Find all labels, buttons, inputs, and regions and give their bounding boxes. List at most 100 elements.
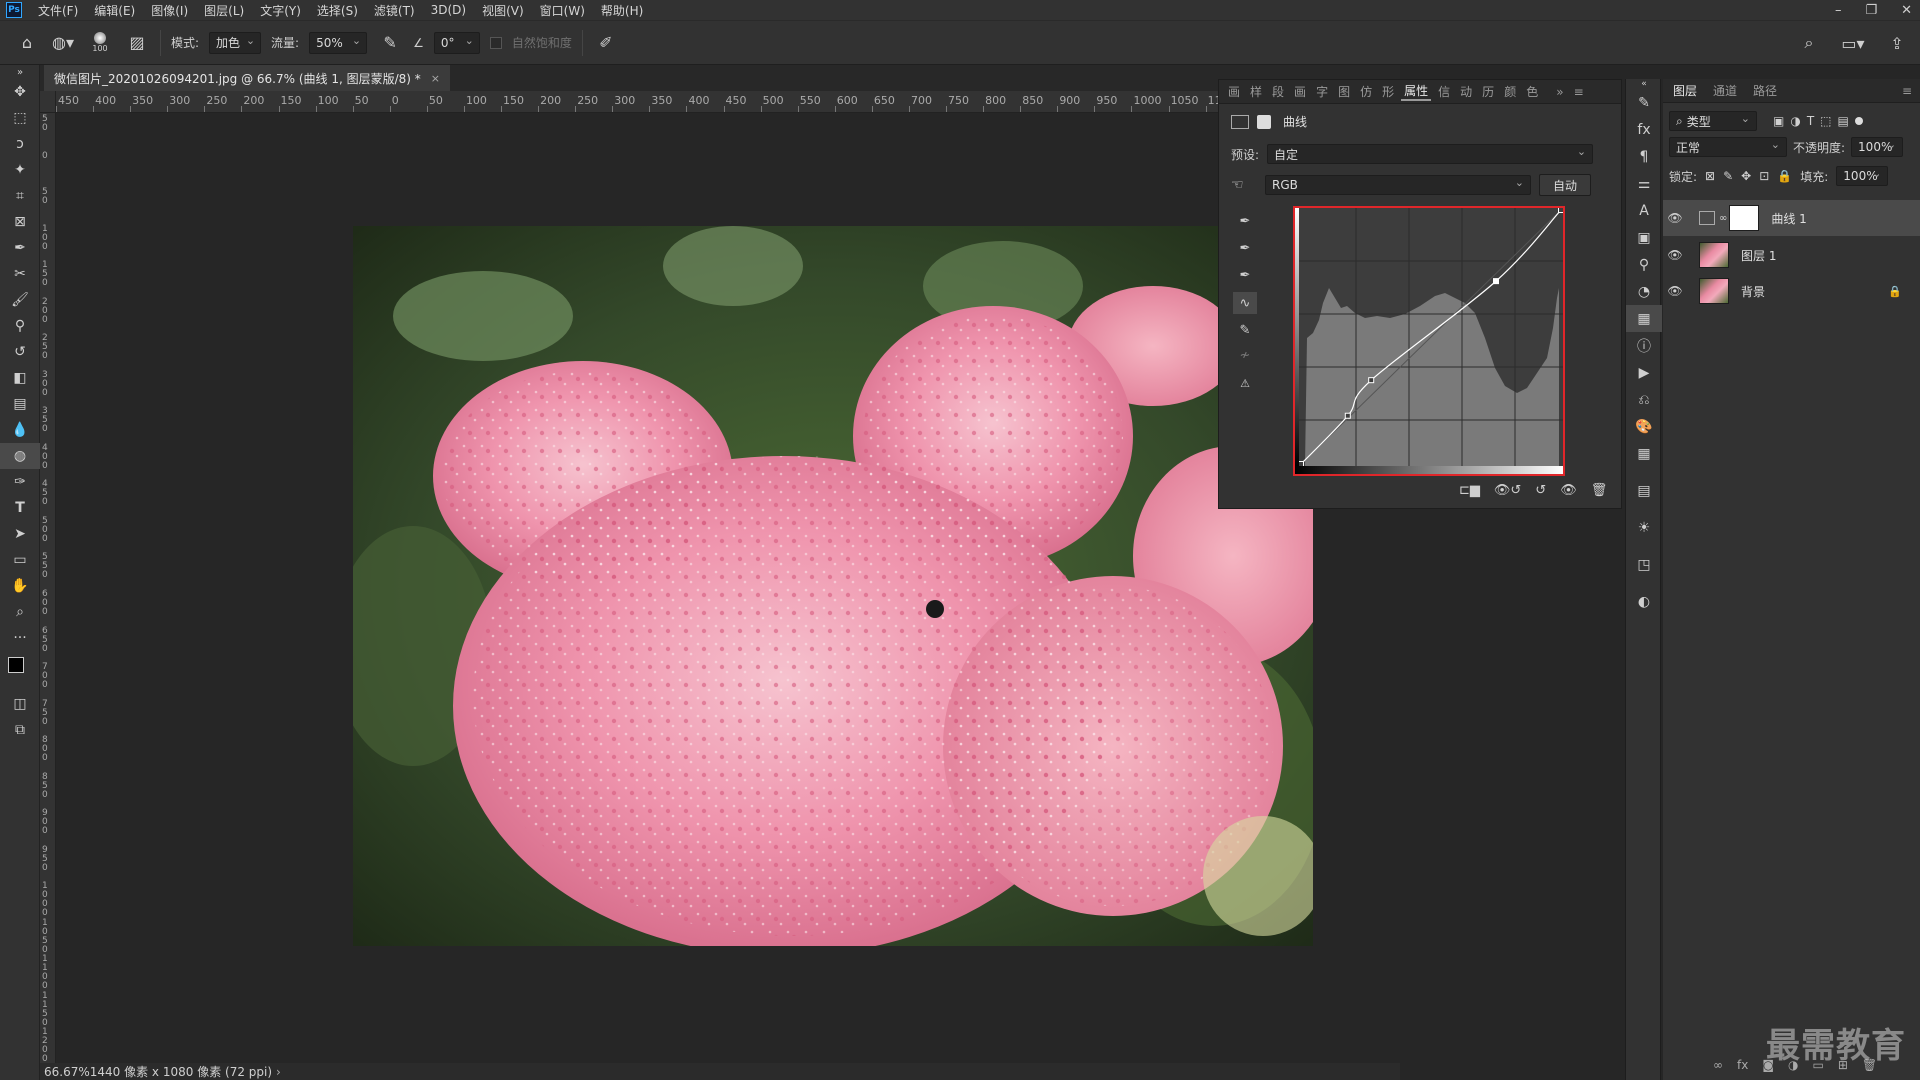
tab-brush[interactable]: 画 [1291,83,1309,100]
pencil-draw-icon[interactable]: ✎ [1233,319,1257,341]
visibility-icon[interactable]: 👁 [1560,483,1577,498]
menu-filter[interactable]: 滤镜(T) [366,2,423,19]
tab-shape[interactable]: 形 [1379,83,1397,100]
sponge-tool-icon[interactable]: ◍ [0,443,40,469]
marquee-tool-icon[interactable]: ⬚ [0,105,40,131]
layer-row-layer1[interactable]: 👁 图层 1 [1663,237,1920,273]
lock-transparent-icon[interactable]: ⊠ [1705,169,1715,183]
quick-mask-icon[interactable]: ◫ [0,691,40,717]
curves-svg[interactable] [1295,207,1564,474]
trash-icon[interactable]: 🗑 [1591,483,1608,498]
airbrush-icon[interactable]: ✎ [377,30,403,56]
info-panel-icon[interactable]: ⓘ [1626,332,1662,359]
properties-panel-icon[interactable]: ▦ [1626,305,1662,332]
filter-shape-icon[interactable]: ⬚ [1820,114,1831,128]
panel-expand-icon[interactable]: » [1553,85,1566,99]
quick-select-tool-icon[interactable]: ✦ [0,157,40,183]
tab-info[interactable]: 信 [1435,83,1453,100]
tab-history[interactable]: 历 [1479,83,1497,100]
crop-tool-icon[interactable]: ⌗ [0,183,40,209]
canvas-area[interactable] [57,113,1354,1063]
link-layers-icon[interactable]: ∞ [1713,1058,1723,1072]
tab-close-icon[interactable]: × [431,72,440,85]
menu-image[interactable]: 图像(I) [143,2,196,19]
frame-tool-icon[interactable]: ⊠ [0,209,40,235]
styles-panel-icon[interactable]: fx [1626,116,1662,143]
curve-control-point[interactable] [1558,207,1564,213]
filter-adjustment-icon[interactable]: ◑ [1790,114,1800,128]
screen-mode-icon[interactable]: ⧉ [0,717,40,743]
curve-control-point[interactable] [1298,461,1304,467]
character-panel-icon[interactable]: A [1626,197,1662,224]
tab-channels[interactable]: 通道 [1713,82,1737,99]
eyedropper-gray-icon[interactable]: ✒ [1233,237,1257,259]
clip-to-layer-icon[interactable]: ⊏▆ [1459,483,1480,498]
tab-paint[interactable]: 画 [1225,83,1243,100]
adjustments-panel-icon[interactable]: ☀ [1626,514,1662,541]
type-tool-icon[interactable]: T [0,495,40,521]
visibility-eye-icon[interactable]: 👁 [1663,284,1687,298]
close-icon[interactable]: ✕ [1901,3,1912,18]
document-tab[interactable]: 微信图片_20201026094201.jpg @ 66.7% (曲线 1, 图… [44,65,450,91]
move-tool-icon[interactable]: ✥ [0,79,40,105]
eyedropper-tool-icon[interactable]: ✒ [0,235,40,261]
channel-select[interactable]: RGB [1265,175,1531,195]
mode-select[interactable]: 加色 [209,31,262,54]
gradient-tool-icon[interactable]: ▤ [0,391,40,417]
pressure-size-icon[interactable]: ✐ [593,30,619,56]
blur-tool-icon[interactable]: 💧 [0,417,40,443]
filter-type-icon[interactable]: T [1807,114,1814,128]
layer-row-background[interactable]: 👁 背景 🔒 [1663,273,1920,309]
menu-layer[interactable]: 图层(L) [196,2,252,19]
color-panel-icon[interactable]: 🎨 [1626,413,1662,440]
link-icon[interactable]: ∞ [1719,213,1727,224]
fill-input[interactable]: 100% [1836,166,1889,186]
menu-select[interactable]: 选择(S) [309,2,366,19]
history-panel-icon[interactable]: ⎌ [1626,386,1662,413]
filter-smart-icon[interactable]: ▤ [1838,114,1849,128]
opacity-input[interactable]: 100% [1851,137,1904,157]
tab-actions[interactable]: 动 [1457,83,1475,100]
toolbar-collapse-icon[interactable]: » [0,65,40,79]
filter-pixel-icon[interactable]: ▣ [1773,114,1784,128]
hand-tool-icon[interactable]: ✋ [0,573,40,599]
ruler-vertical[interactable]: 50 0 50 100 150 200 250 300 350 400 450 500 550 600 65… [40,113,56,1063]
flow-select[interactable]: 50% [309,31,368,54]
layer-filter-select[interactable]: ⌕ 类型 [1669,111,1757,131]
tab-swatches[interactable]: 色 [1523,83,1541,100]
blend-mode-select[interactable]: 正常 [1669,137,1787,157]
layers-menu-icon[interactable]: ≡ [1902,84,1912,98]
curves-adjustment-icon[interactable] [1231,114,1249,129]
curve-edit-icon[interactable]: ∿ [1233,292,1257,314]
tab-clone[interactable]: 仿 [1357,83,1375,100]
path-select-tool-icon[interactable]: ➤ [0,521,40,547]
brush-settings-icon[interactable]: ▨ [124,30,150,56]
home-icon[interactable]: ⌂ [14,30,40,56]
clipping-warning-icon[interactable]: ⚠ [1233,372,1257,394]
menu-help[interactable]: 帮助(H) [593,2,651,19]
strip-collapse-icon[interactable]: « [1626,79,1662,89]
workspace-icon[interactable]: ▭▾ [1840,30,1866,56]
fx-icon[interactable]: fx [1737,1058,1748,1072]
filter-toggle-icon[interactable] [1854,117,1863,125]
rectangle-tool-icon[interactable]: ▭ [0,547,40,573]
notes-panel-icon[interactable]: ▤ [1626,477,1662,504]
tab-layers[interactable]: 图层 [1673,82,1697,99]
menu-3d[interactable]: 3D(D) [423,3,474,17]
color-swatches[interactable] [0,651,40,691]
tab-paths[interactable]: 路径 [1753,82,1777,99]
document-image[interactable] [353,226,1313,946]
panel-menu-icon[interactable]: ≡ [1571,85,1587,99]
curve-control-point[interactable] [1344,412,1351,419]
brush-preset-picker[interactable]: 100 [86,32,114,53]
visibility-eye-icon[interactable]: 👁 [1663,211,1687,225]
brush-tool-icon[interactable]: 🖌 [0,287,40,313]
pen-tool-icon[interactable]: ✑ [0,469,40,495]
tab-character[interactable]: 字 [1313,83,1331,100]
brush-settings-panel-icon[interactable]: ⚌ [1626,170,1662,197]
layer-mask-thumbnail[interactable] [1729,205,1760,231]
layer-row-curves[interactable]: 👁 ∞ 曲线 1 [1663,200,1920,236]
more-tools-icon[interactable]: ··· [0,625,40,651]
lasso-tool-icon[interactable]: ↄ [0,131,40,157]
ruler-horizontal[interactable]: 450 400 350 300 250 200 150 100 50 0 50 100 150 200 25… [56,91,1354,113]
